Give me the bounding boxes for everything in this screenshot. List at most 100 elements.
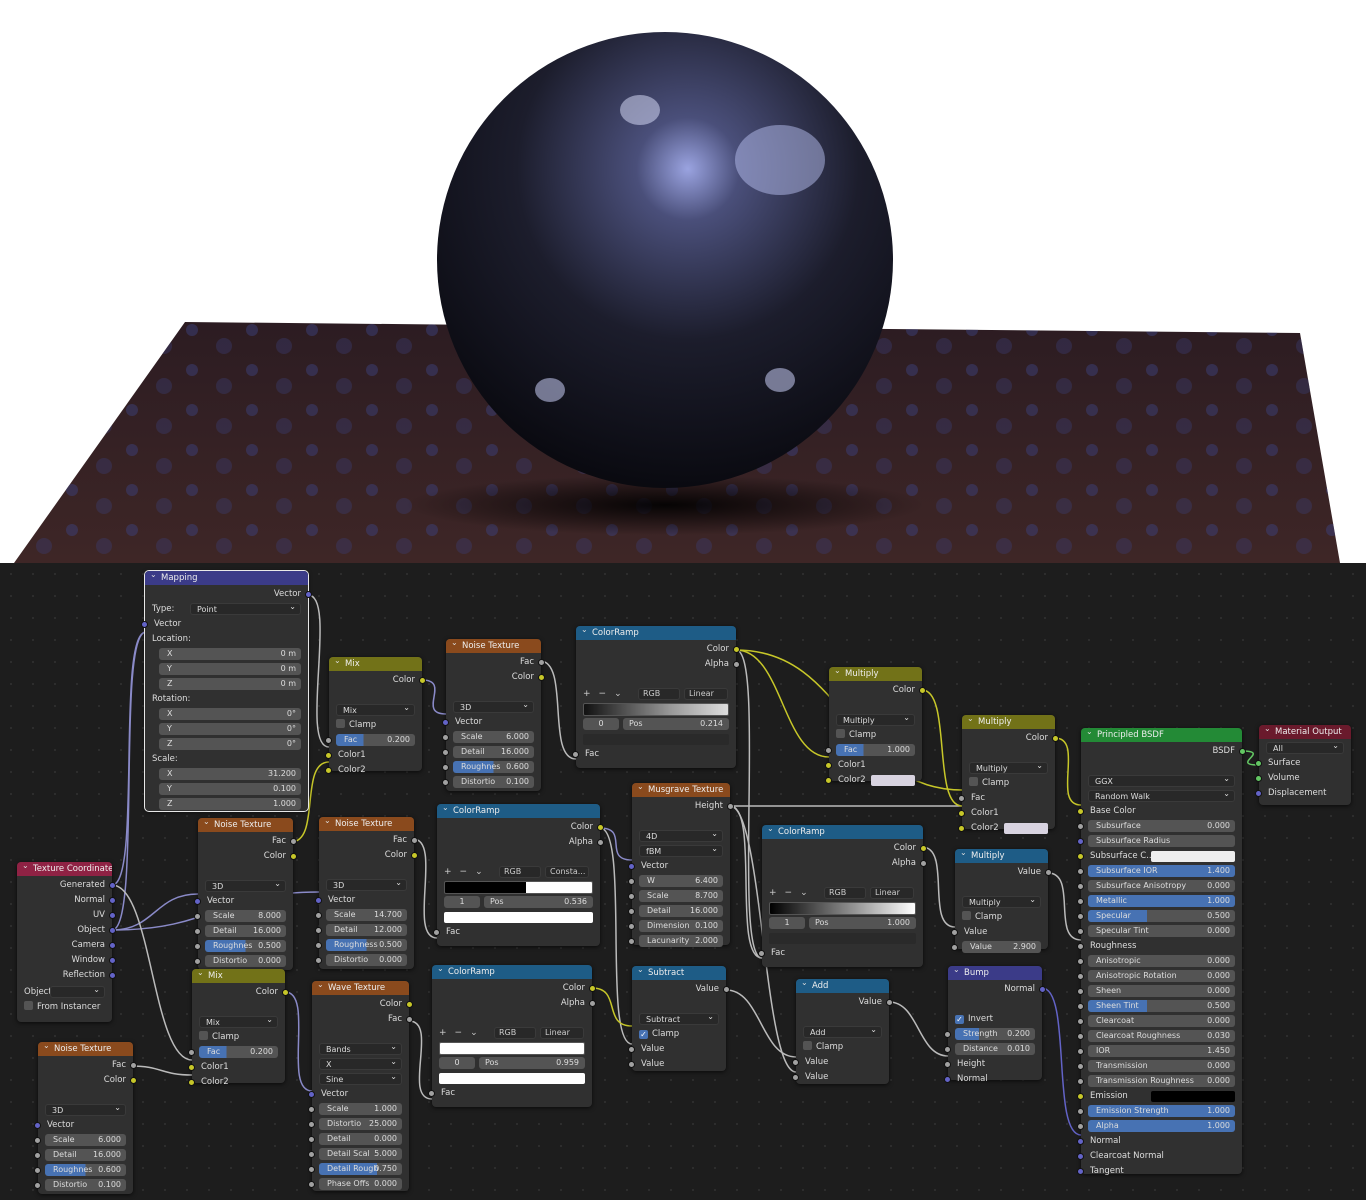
value-field[interactable]: Subsurface 0.000 xyxy=(1088,820,1235,832)
input-socket[interactable] xyxy=(442,734,449,741)
input-socket[interactable] xyxy=(1077,853,1084,860)
output-socket[interactable] xyxy=(109,912,116,919)
field[interactable]: X 0° xyxy=(159,708,301,720)
value-field[interactable]: W 6.400 xyxy=(639,875,723,887)
value-field[interactable]: Dimension 0.100 xyxy=(639,920,723,932)
input-socket[interactable] xyxy=(1077,1078,1084,1085)
node-header[interactable]: Noise Texture xyxy=(38,1042,133,1056)
checkbox[interactable] xyxy=(336,719,345,728)
input-socket[interactable] xyxy=(325,752,332,759)
output-socket[interactable] xyxy=(1239,748,1246,755)
output-socket[interactable] xyxy=(109,927,116,934)
input-socket[interactable] xyxy=(308,1091,315,1098)
value-field[interactable]: Detail Rough 0.750 xyxy=(319,1163,402,1175)
field[interactable]: Y 0° xyxy=(159,723,301,735)
input-socket[interactable] xyxy=(1255,775,1262,782)
color-ramp-gradient[interactable] xyxy=(769,902,916,915)
menu-icon[interactable]: ⌄ xyxy=(475,865,483,880)
value-field[interactable]: Lacunarity 2.000 xyxy=(639,935,723,947)
interpolation-dropdown[interactable]: Consta... xyxy=(545,866,589,878)
value-field[interactable]: Scale 14.700 xyxy=(326,909,407,921)
dropdown[interactable]: Subtract xyxy=(639,1011,719,1025)
input-socket[interactable] xyxy=(944,1046,951,1053)
input-socket[interactable] xyxy=(1077,1018,1084,1025)
value-field[interactable]: Anisotropic Rotation 0.000 xyxy=(1088,970,1235,982)
input-socket[interactable] xyxy=(308,1106,315,1113)
input-socket[interactable] xyxy=(958,810,965,817)
input-socket[interactable] xyxy=(1077,868,1084,875)
input-socket[interactable] xyxy=(1077,1063,1084,1070)
output-socket[interactable] xyxy=(282,989,289,996)
input-socket[interactable] xyxy=(951,944,958,951)
value-field[interactable]: Phase Offs 0.000 xyxy=(319,1178,402,1190)
input-socket[interactable] xyxy=(628,878,635,885)
checkbox[interactable] xyxy=(199,1031,208,1040)
value-field[interactable]: Distortio 0.000 xyxy=(205,955,286,967)
node-header[interactable]: Noise Texture xyxy=(446,639,541,653)
value-field[interactable]: Specular Tint 0.000 xyxy=(1088,925,1235,937)
node-header[interactable]: Multiply xyxy=(955,849,1048,863)
target-dropdown[interactable]: All xyxy=(1266,740,1344,754)
node-principled-bsdf[interactable]: Principled BSDF BSDF GGXRandom Walk Base Co… xyxy=(1077,728,1246,1176)
output-socket[interactable] xyxy=(1052,735,1059,742)
input-socket[interactable] xyxy=(825,747,832,754)
color-mode-dropdown[interactable]: RGB xyxy=(494,1027,536,1039)
value-field[interactable]: Roughnes 0.500 xyxy=(205,940,286,952)
fac-field[interactable]: Fac 1.000 xyxy=(836,744,915,756)
value-field[interactable]: Transmission Roughness 0.000 xyxy=(1088,1075,1235,1087)
checkbox[interactable]: ✓ xyxy=(639,1030,648,1039)
input-socket[interactable] xyxy=(1077,958,1084,965)
color-swatch[interactable] xyxy=(1004,823,1048,834)
dropdown[interactable]: 3D xyxy=(326,877,407,891)
field[interactable]: Y 0.100 xyxy=(159,783,301,795)
value-field[interactable]: Distortio 0.100 xyxy=(453,776,534,788)
node-subtract[interactable]: Subtract Value Subtract ✓ Clamp Value Value xyxy=(628,966,730,1071)
dropdown[interactable]: Sine xyxy=(319,1071,402,1085)
value-field[interactable]: Clearcoat Roughness 0.030 xyxy=(1088,1030,1235,1042)
value-field[interactable]: Scale 1.000 xyxy=(319,1103,402,1115)
color-mode-dropdown[interactable]: RGB xyxy=(499,866,541,878)
input-socket[interactable] xyxy=(1077,1003,1084,1010)
value-field[interactable]: Distortio 0.000 xyxy=(326,954,407,966)
output-socket[interactable] xyxy=(1039,986,1046,993)
checkbox[interactable] xyxy=(962,911,971,920)
input-socket[interactable] xyxy=(308,1121,315,1128)
input-socket[interactable] xyxy=(1077,943,1084,950)
fac-field[interactable]: Fac 0.200 xyxy=(336,734,415,746)
input-socket[interactable] xyxy=(792,1059,799,1066)
stop-color-swatch[interactable] xyxy=(439,1073,585,1084)
node-add[interactable]: Add Value Add Clamp Value Value xyxy=(792,979,893,1084)
remove-stop-button[interactable]: − xyxy=(455,1026,463,1041)
value-field[interactable]: Roughnes 0.600 xyxy=(45,1164,126,1176)
input-socket[interactable] xyxy=(194,913,201,920)
input-socket[interactable] xyxy=(315,957,322,964)
input-socket[interactable] xyxy=(944,1076,951,1083)
output-socket[interactable] xyxy=(130,1062,137,1069)
field[interactable]: Z 0° xyxy=(159,738,301,750)
value-field[interactable]: Detail 16.000 xyxy=(639,905,723,917)
value-field[interactable]: Scale 8.700 xyxy=(639,890,723,902)
interpolation-dropdown[interactable]: Linear xyxy=(540,1027,584,1039)
input-socket[interactable] xyxy=(1255,760,1262,767)
node-noise-texture[interactable]: Noise Texture Fac Color 3D Vector Scale8.000 D… xyxy=(194,818,297,970)
input-socket[interactable] xyxy=(628,923,635,930)
output-socket[interactable] xyxy=(109,882,116,889)
node-header[interactable]: Noise Texture xyxy=(319,817,414,831)
input-socket[interactable] xyxy=(325,767,332,774)
input-socket[interactable] xyxy=(1077,988,1084,995)
node-multiply[interactable]: Multiply Value Multiply Clamp Value Value2.90… xyxy=(951,849,1052,953)
input-socket[interactable] xyxy=(628,1046,635,1053)
dropdown[interactable]: Mix xyxy=(336,702,415,716)
output-socket[interactable] xyxy=(419,677,426,684)
value-field[interactable]: Transmission 0.000 xyxy=(1088,1060,1235,1072)
output-socket[interactable] xyxy=(597,839,604,846)
value-field[interactable]: Detail 0.000 xyxy=(319,1133,402,1145)
color-ramp-gradient[interactable] xyxy=(439,1042,585,1055)
output-socket[interactable] xyxy=(920,860,927,867)
add-stop-button[interactable]: + xyxy=(769,886,777,901)
input-socket[interactable] xyxy=(1077,883,1084,890)
output-socket[interactable] xyxy=(886,999,893,1006)
node-material-output[interactable]: Material OutputAll Surface Volume Displacem… xyxy=(1255,725,1351,805)
value-field[interactable]: Alpha 1.000 xyxy=(1088,1120,1235,1132)
node-texture-coordinate[interactable]: Texture Coordinate Generated Normal UV Obje… xyxy=(17,862,116,1022)
